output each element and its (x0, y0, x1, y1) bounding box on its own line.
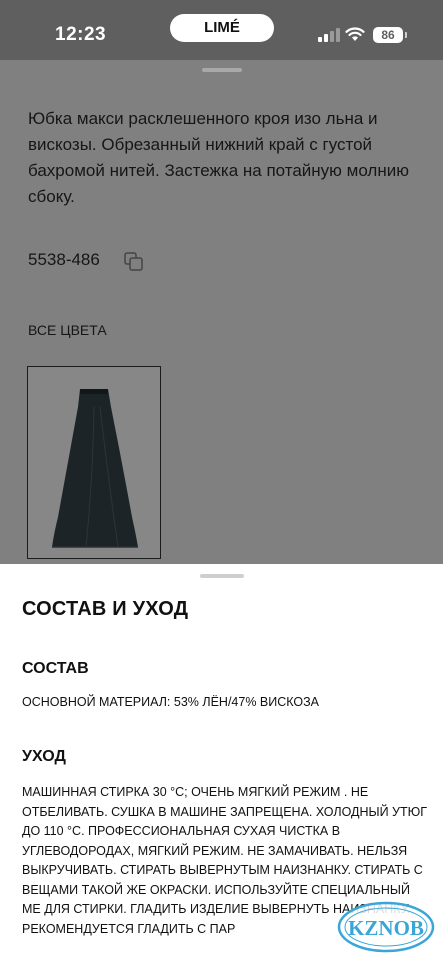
status-bar: 12:23 LIMÉ 86 (0, 0, 443, 60)
watermark-logo: KZNOB (337, 901, 435, 953)
copy-icon[interactable] (123, 251, 145, 273)
color-swatch-thumbnail[interactable] (27, 366, 161, 559)
skirt-image (52, 389, 138, 548)
composition-heading: СОСТАВ (22, 660, 89, 677)
wifi-icon (345, 27, 365, 41)
product-page-overlay[interactable]: Юбка макси расклешенного кроя изо льна и… (0, 60, 443, 565)
care-heading: УХОД (22, 748, 66, 765)
sheet-title: СОСТАВ И УХОД (22, 598, 189, 620)
composition-text: ОСНОВНОЙ МАТЕРИАЛ: 53% ЛЁН/47% ВИСКОЗА (22, 695, 320, 709)
signal-icon (318, 28, 340, 42)
watermark-text: KZNOB (348, 916, 424, 940)
sheet-drag-handle[interactable] (200, 574, 244, 578)
battery-icon: 86 (373, 27, 407, 43)
product-description: Юбка макси расклешенного кроя изо льна и… (28, 109, 409, 206)
site-name: LIMÉ (204, 19, 240, 36)
all-colors-label: ВСЕ ЦВЕТА (28, 322, 107, 338)
status-time: 12:23 (55, 24, 107, 45)
site-address-pill[interactable]: LIMÉ (170, 14, 274, 42)
product-article-number: 5538-486 (28, 250, 100, 269)
page-drag-handle[interactable] (202, 68, 242, 72)
battery-level: 86 (381, 28, 395, 42)
